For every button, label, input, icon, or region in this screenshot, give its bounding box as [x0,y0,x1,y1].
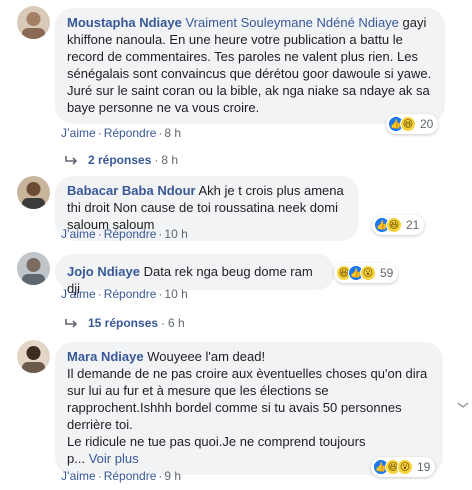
reaction-count: 21 [406,218,420,232]
avatar[interactable] [17,176,50,209]
wow-icon: 😮 [397,459,413,475]
reply-link[interactable]: Répondre [104,227,157,241]
reply-arrow-icon [65,156,78,165]
replies-time: 6 h [168,316,185,330]
replies-row[interactable]: 15 réponses · 6 h [64,316,185,330]
comment-time[interactable]: 10 h [164,227,187,241]
comment-text-first: Wouyeee l'am dead! [147,349,266,364]
comment-time[interactable]: 10 h [164,287,187,301]
comment-mention[interactable]: Vraiment Souleymane Ndéné Ndiaye [185,15,398,30]
wow-icon: 😮 [360,265,376,281]
replies-link[interactable]: 2 réponses [88,153,151,167]
replies-link[interactable]: 15 réponses [88,316,158,330]
avatar[interactable] [17,6,50,39]
reaction-summary[interactable]: 👍 😆 😮 19 [371,457,436,477]
see-more-link[interactable]: Voir plus [89,451,139,466]
chevron-icon[interactable] [456,402,470,408]
reply-arrow-icon [65,319,78,328]
comment: Mara Ndiaye Wouyeee l'am dead! Il demand… [0,336,472,490]
reaction-count: 59 [380,266,394,280]
avatar[interactable] [17,252,50,285]
reaction-count: 19 [417,460,431,474]
comment-author[interactable]: Babacar Baba Ndour [67,183,196,198]
reply-link[interactable]: Répondre [104,126,157,140]
comment-actions: J’aime · Répondre · 10 h [61,287,188,301]
haha-icon: 😆 [386,217,402,233]
like-link[interactable]: J’aime [61,469,96,483]
comment-author[interactable]: Mara Ndiaye [67,349,144,364]
comment: Moustapha Ndiaye Vraiment Souleymane Ndé… [0,0,472,167]
comment-text: Il demande de ne pas croire aux èventuel… [67,366,428,432]
comment: Jojo Ndiaye Data rek nga beug dome ram d… [0,250,472,340]
comment-author[interactable]: Moustapha Ndiaye [67,15,182,30]
comment-text-3: p... [67,451,86,466]
like-link[interactable]: J’aime [61,227,96,241]
comment-text-2: Le ridicule ne tue pas quoi.Je ne compre… [67,434,366,449]
reaction-summary[interactable]: 👍 😆 21 [372,215,425,235]
reaction-count: 20 [420,117,434,131]
replies-row[interactable]: 2 réponses · 8 h [64,153,178,167]
reply-link[interactable]: Répondre [104,469,157,483]
reply-link[interactable]: Répondre [104,287,157,301]
comment-text: gayi khiffone nanoula. En une heure votr… [67,15,432,115]
comment-actions: J’aime · Répondre · 10 h [61,227,188,241]
comment-bubble: Mara Ndiaye Wouyeee l'am dead! Il demand… [55,342,443,475]
haha-icon: 😆 [400,116,416,132]
comment-author[interactable]: Jojo Ndiaye [67,264,140,279]
replies-time: 8 h [161,153,179,167]
comment-actions: J’aime · Répondre · 9 h [61,469,182,483]
comment: Babacar Baba Ndour Akh je t crois plus a… [0,170,472,241]
comment-actions: J’aime · Répondre · 8 h [61,126,182,140]
reaction-summary[interactable]: 👍 😆 20 [386,114,439,134]
like-link[interactable]: J’aime [61,287,96,301]
avatar[interactable] [17,340,50,373]
reaction-summary[interactable]: 😆 👍 😮 59 [334,263,399,283]
comment-time[interactable]: 9 h [164,469,181,483]
comment-bubble: Jojo Ndiaye Data rek nga beug dome ram d… [55,254,335,296]
like-link[interactable]: J’aime [61,126,96,140]
comment-bubble: Moustapha Ndiaye Vraiment Souleymane Ndé… [55,8,445,124]
comment-time[interactable]: 8 h [164,126,181,140]
